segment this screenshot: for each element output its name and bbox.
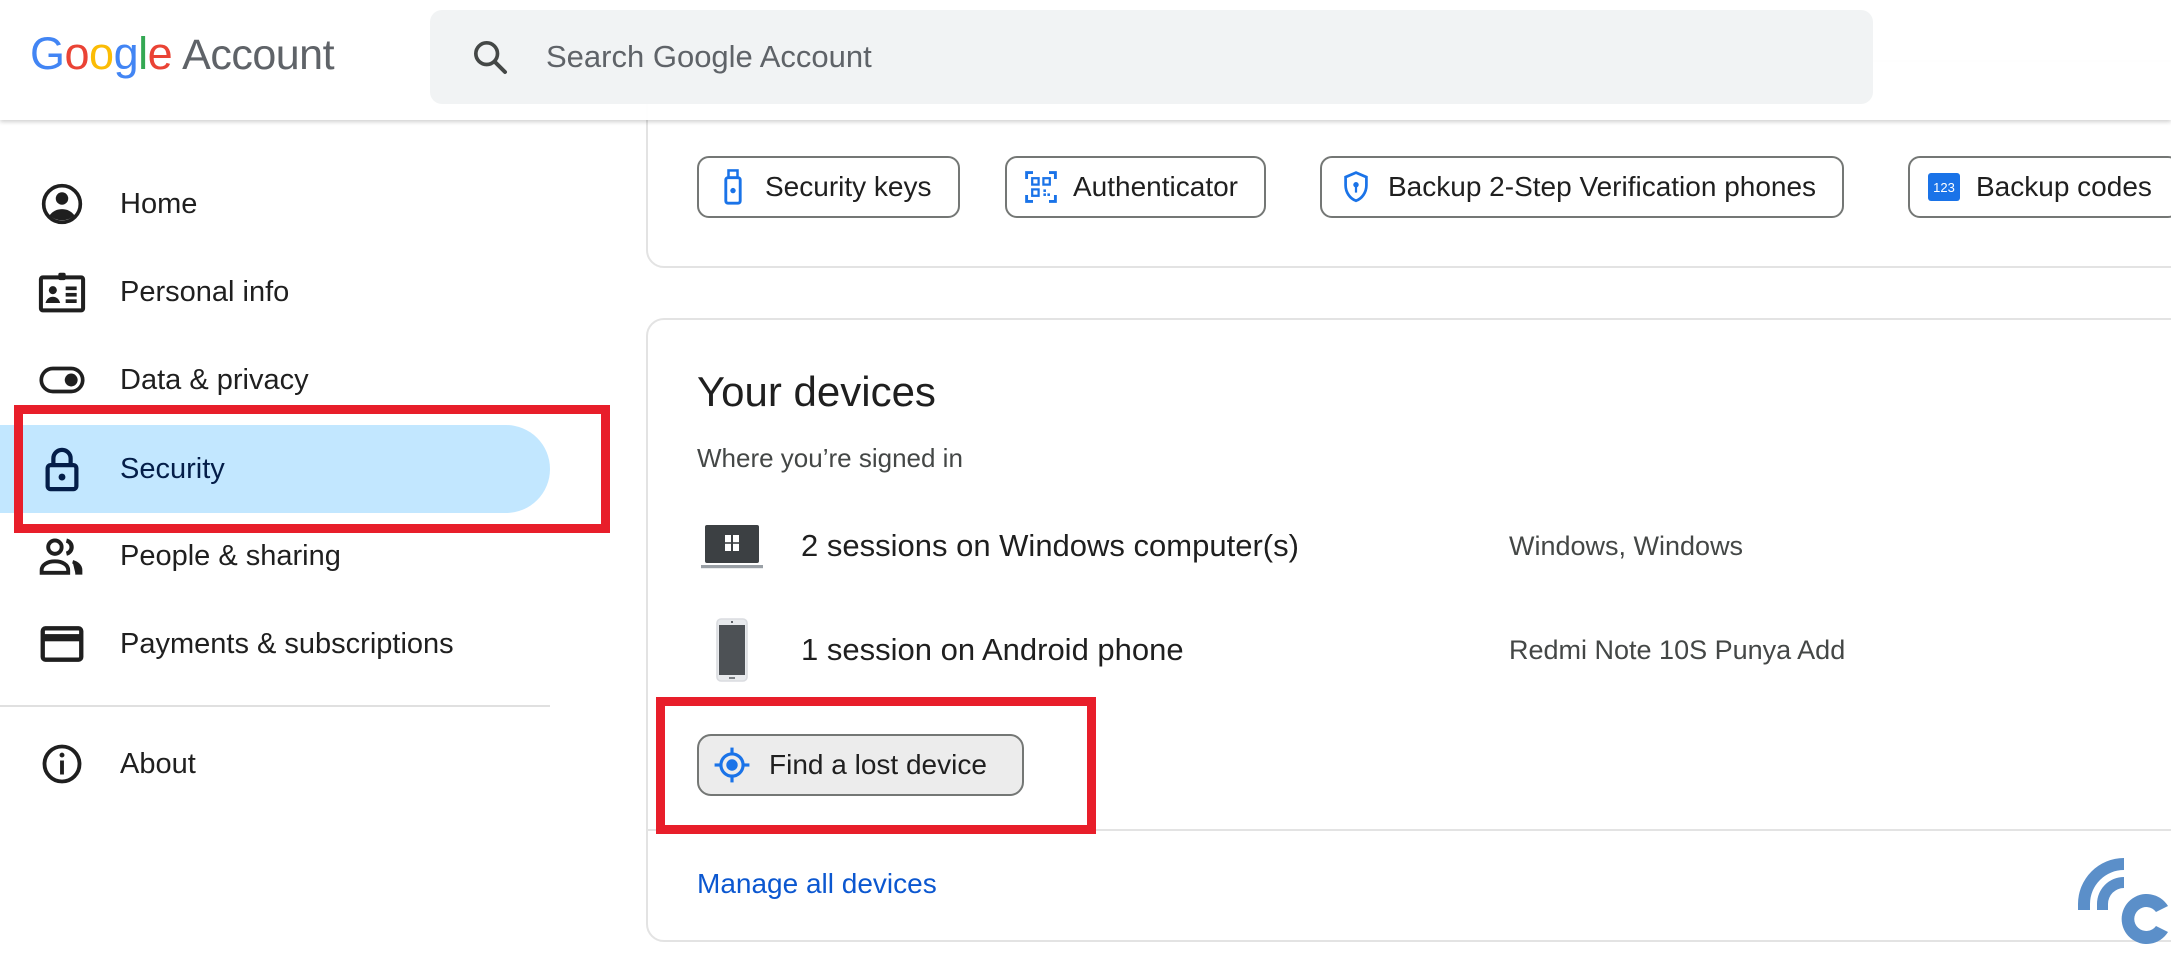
android-phone-icon	[697, 610, 767, 690]
sidebar-item-label: People & sharing	[120, 539, 341, 572]
backup-codes-badge: 123	[1928, 173, 1960, 201]
logo-letter: g	[113, 28, 139, 79]
card-divider	[648, 829, 2171, 831]
chip-backup-codes[interactable]: 123 Backup codes	[1908, 156, 2171, 218]
chip-backup-phones[interactable]: Backup 2-Step Verification phones	[1320, 156, 1845, 218]
qr-code-icon	[1025, 169, 1057, 205]
sidebar-item-label: Home	[120, 187, 198, 220]
sidebar-item-label: About	[120, 747, 196, 780]
watermark-logo-icon	[2068, 848, 2171, 948]
logo-letter: o	[89, 28, 114, 79]
sidebar-item-data-privacy[interactable]: Data & privacy	[0, 336, 550, 424]
sidebar-item-home[interactable]: Home	[0, 160, 550, 248]
device-name: 1 session on Android phone	[801, 632, 1184, 667]
logo-letter: G	[30, 28, 65, 79]
device-name: 2 sessions on Windows computer(s)	[801, 528, 1299, 563]
devices-title: Your devices	[697, 368, 936, 415]
sidebar-divider	[0, 705, 550, 707]
chip-label: Authenticator	[1073, 171, 1238, 202]
devices-subtitle: Where you’re signed in	[697, 443, 963, 473]
sidebar-item-label: Data & privacy	[120, 363, 309, 396]
sidebar-item-payments[interactable]: Payments & subscriptions	[0, 600, 550, 688]
sidebar-item-label: Personal info	[120, 275, 290, 308]
top-app-bar: Google Account	[0, 0, 2171, 120]
lock-icon	[38, 445, 86, 493]
gps-locate-icon	[713, 746, 751, 784]
id-card-icon	[38, 268, 86, 316]
device-meta: Windows, Windows	[1509, 530, 1744, 561]
search-icon[interactable]	[470, 37, 510, 77]
shield-icon	[1340, 169, 1372, 205]
chip-security-keys[interactable]: Security keys	[697, 156, 960, 218]
chip-authenticator[interactable]: Authenticator	[1005, 156, 1266, 218]
logo-product-name: Account	[182, 31, 335, 79]
find-lost-device-button[interactable]: Find a lost device	[697, 734, 1024, 796]
info-icon	[38, 740, 86, 788]
toggle-icon	[38, 356, 86, 404]
sidebar-item-label: Payments & subscriptions	[120, 627, 454, 660]
sidebar-nav: Home Personal info Data & privacy Securi…	[0, 120, 560, 954]
sidebar-item-about[interactable]: About	[0, 720, 550, 808]
credit-card-icon	[38, 620, 86, 668]
sidebar-item-security[interactable]: Security	[0, 425, 550, 513]
usb-key-icon	[717, 169, 749, 205]
logo-letter: e	[147, 28, 173, 79]
account-circle-icon	[38, 180, 86, 228]
google-account-logo[interactable]: Google Account	[30, 28, 335, 80]
laptop-windows-icon	[697, 506, 767, 586]
chip-label: Security keys	[765, 171, 932, 202]
sidebar-item-label: Security	[120, 452, 225, 485]
manage-all-devices-link[interactable]: Manage all devices	[697, 868, 937, 900]
device-row-windows[interactable]: 2 sessions on Windows computer(s) Window…	[697, 506, 2157, 586]
chip-label: Backup codes	[1976, 171, 2152, 202]
backup-codes-icon: 123	[1928, 169, 1960, 205]
logo-letter: l	[138, 28, 148, 79]
chip-label: Backup 2-Step Verification phones	[1388, 171, 1817, 202]
sidebar-item-people-sharing[interactable]: People & sharing	[0, 512, 550, 600]
search-bar[interactable]	[430, 10, 1873, 104]
search-input[interactable]	[546, 39, 1746, 75]
find-lost-device-label: Find a lost device	[769, 749, 987, 780]
sidebar-item-personal-info[interactable]: Personal info	[0, 248, 550, 336]
device-meta: Redmi Note 10S Punya Add	[1509, 634, 1846, 665]
people-icon	[38, 532, 86, 580]
logo-letter: o	[64, 28, 90, 79]
device-row-android[interactable]: 1 session on Android phone Redmi Note 10…	[697, 610, 2157, 690]
